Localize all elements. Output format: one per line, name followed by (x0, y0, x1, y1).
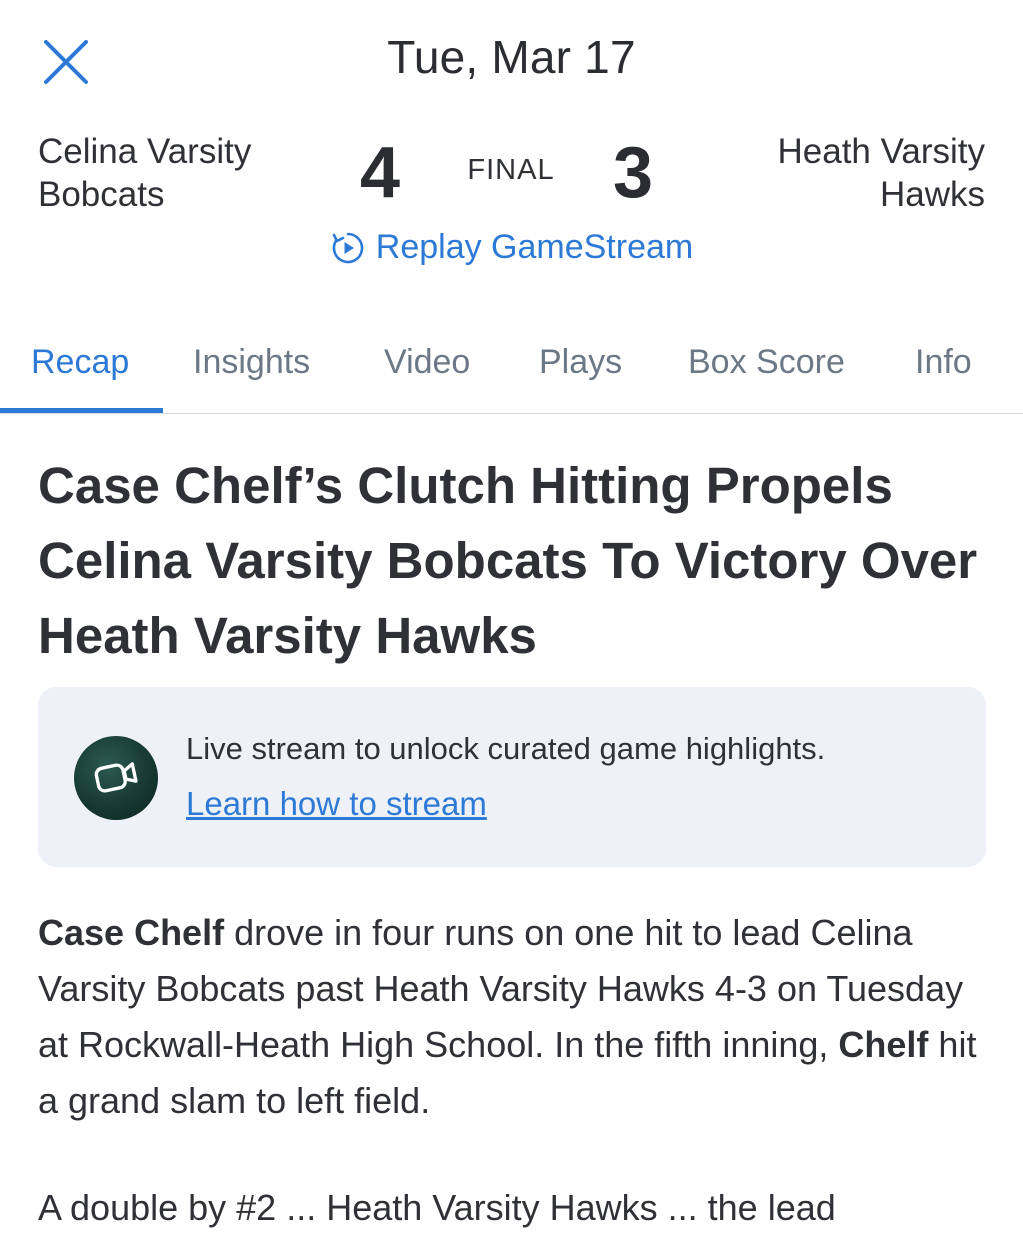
replay-icon (330, 230, 366, 266)
tab-video[interactable]: Video (384, 343, 470, 382)
away-team-line1: Heath Varsity (777, 132, 986, 171)
learn-how-to-stream-link[interactable]: Learn how to stream (186, 785, 487, 823)
home-team-name[interactable]: Celina Varsity Bobcats (38, 130, 318, 216)
replay-gamestream-button[interactable]: Replay GameStream (0, 228, 1023, 267)
tab-insights[interactable]: Insights (193, 343, 310, 382)
home-score: 4 (360, 133, 401, 213)
article-headline: Case Chelf’s Clutch Hitting Propels Celi… (38, 457, 978, 664)
tab-bar: Recap Insights Video Plays Box Score Inf… (0, 315, 1023, 414)
home-team-line1: Celina Varsity (38, 132, 252, 171)
video-camera-icon (74, 736, 158, 820)
game-date: Tue, Mar 17 (387, 31, 636, 83)
promo-text: Live stream to unlock curated game highl… (186, 731, 826, 766)
game-status: FINAL (467, 154, 555, 186)
tab-info[interactable]: Info (915, 343, 972, 382)
tab-box-score[interactable]: Box Score (688, 343, 845, 382)
replay-label: Replay GameStream (375, 228, 694, 266)
player-name-bold-2[interactable]: Chelf (838, 1024, 928, 1065)
recap-paragraph-2: A double by #2 ... Heath Varsity Hawks .… (38, 1187, 836, 1228)
away-team-line2: Hawks (879, 175, 985, 214)
live-stream-promo: Live stream to unlock curated game highl… (38, 687, 986, 867)
recap-paragraph: Case Chelf drove in four runs on one hit… (38, 905, 988, 1129)
active-tab-indicator (0, 408, 163, 413)
tab-recap[interactable]: Recap (31, 343, 129, 382)
away-score: 3 (613, 133, 654, 213)
tab-plays[interactable]: Plays (539, 343, 622, 382)
player-name-bold[interactable]: Case Chelf (38, 912, 224, 953)
away-team-name[interactable]: Heath Varsity Hawks (705, 130, 986, 216)
home-team-line2: Bobcats (38, 175, 165, 214)
